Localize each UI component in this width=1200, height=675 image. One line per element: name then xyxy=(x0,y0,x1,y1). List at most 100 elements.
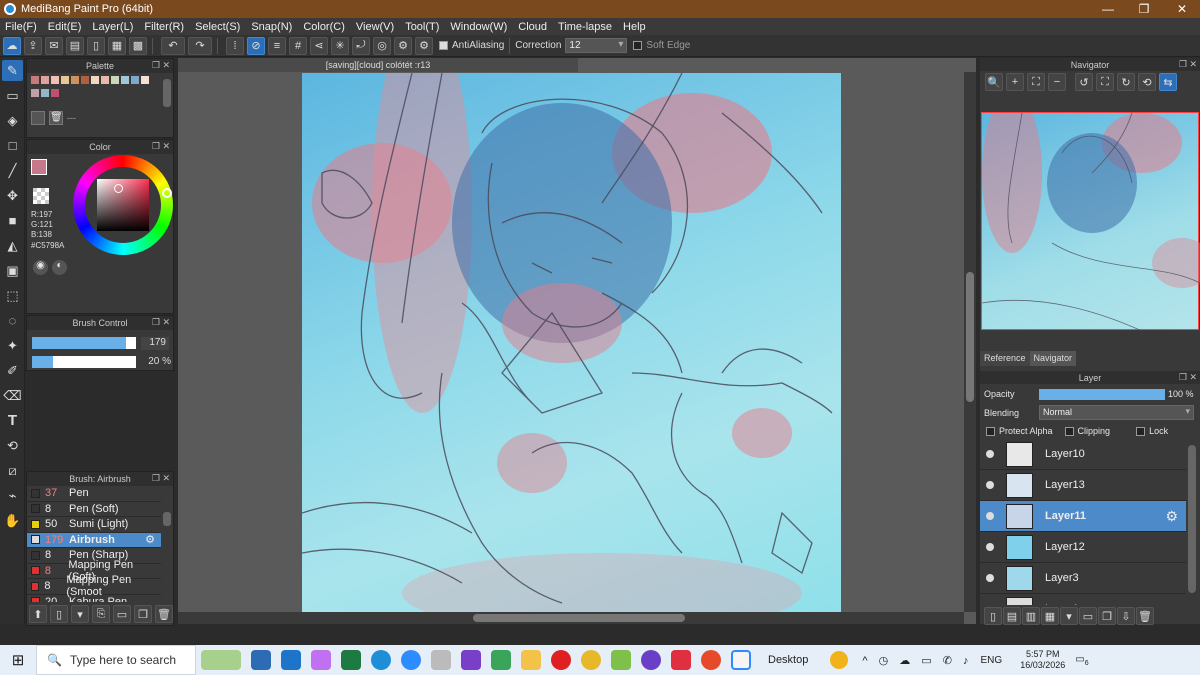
fullscreen-icon[interactable]: ⛶ xyxy=(1096,73,1114,91)
text-tool-icon[interactable]: T xyxy=(2,410,23,431)
layer-scrollbar[interactable] xyxy=(1188,445,1196,593)
transparent-color-swatch[interactable] xyxy=(33,188,49,204)
layer-folder-icon[interactable]: ▭ xyxy=(1079,607,1097,625)
brush-size-slider[interactable] xyxy=(32,337,136,349)
rotate-right-icon[interactable]: ↻ xyxy=(1117,73,1135,91)
layer-opacity-slider[interactable] xyxy=(1039,389,1165,400)
visibility-icon[interactable] xyxy=(986,574,994,582)
palette-swatch[interactable] xyxy=(141,76,149,84)
blending-select[interactable]: Normal xyxy=(1039,405,1194,420)
edge-icon[interactable] xyxy=(371,650,391,670)
color-picker-cursor[interactable] xyxy=(114,184,123,193)
parallel-snap-icon[interactable]: ≡ xyxy=(268,36,286,55)
menu-tool[interactable]: Tool(T) xyxy=(400,21,445,33)
snipping-icon[interactable] xyxy=(431,650,451,670)
delete-brush-icon[interactable]: 🗑 xyxy=(155,605,173,623)
layer-row[interactable]: Layer12 xyxy=(980,532,1186,563)
radial-snap-icon[interactable]: ✳ xyxy=(331,36,349,55)
document-tab[interactable]: [saving][cloud] colótét :r13 xyxy=(178,58,578,72)
brush-item[interactable]: 37 Pen xyxy=(27,486,161,502)
rotate-left-icon[interactable]: ↺ xyxy=(1075,73,1093,91)
reset-rotate-icon[interactable]: ⟲ xyxy=(1138,73,1156,91)
brush-tool-icon[interactable]: ✎ xyxy=(2,60,23,81)
language-indicator[interactable]: ENG xyxy=(981,655,1003,666)
chat-icon[interactable]: ▤ xyxy=(66,36,84,55)
color-mixer-icon[interactable]: ◐ xyxy=(52,260,67,275)
h-app-icon[interactable] xyxy=(491,650,511,670)
saturation-value-square[interactable] xyxy=(97,179,149,231)
undo-icon[interactable]: ↶ xyxy=(161,36,185,55)
concentric-snap-icon[interactable]: ◎ xyxy=(373,36,391,55)
palette-swatch[interactable] xyxy=(131,76,139,84)
bucket-tool-icon[interactable]: ◭ xyxy=(2,235,23,256)
protect-alpha-checkbox[interactable] xyxy=(986,426,995,436)
tray-icons[interactable]: ^ ◷ ☁ ▭ ✆ ♪ xyxy=(862,654,972,667)
share-icon[interactable]: ⇪ xyxy=(24,36,42,55)
maximize-button[interactable]: ❐ xyxy=(1126,0,1162,18)
menu-snap[interactable]: Snap(N) xyxy=(246,21,298,33)
layer-row[interactable]: Layer10 xyxy=(980,439,1186,470)
palette-swatch[interactable] xyxy=(41,76,49,84)
fit-icon[interactable]: ⛶ xyxy=(1027,73,1045,91)
medibang-icon[interactable] xyxy=(731,650,751,670)
new-palette-icon[interactable] xyxy=(31,111,45,125)
operation-tool-icon[interactable]: ⟲ xyxy=(2,435,23,456)
desktop-label[interactable]: Desktop xyxy=(768,654,808,666)
palette-swatch[interactable] xyxy=(61,76,69,84)
close-button[interactable]: ✕ xyxy=(1164,0,1200,18)
flip-icon[interactable]: ⇆ xyxy=(1159,73,1177,91)
visibility-icon[interactable] xyxy=(986,543,994,551)
artwork-canvas[interactable] xyxy=(302,73,841,613)
zoom-icon-app[interactable] xyxy=(401,650,421,670)
palette-swatch[interactable] xyxy=(31,76,39,84)
add-brush-icon[interactable]: ⬆ xyxy=(29,605,47,623)
new-layer-icon[interactable]: ▯ xyxy=(984,607,1002,625)
delete-palette-icon[interactable]: 🗑 xyxy=(49,111,63,125)
app-icon-3[interactable] xyxy=(641,650,661,670)
line-tool-icon[interactable]: ╱ xyxy=(2,160,23,181)
brush-options-icon[interactable]: ▾ xyxy=(71,605,89,623)
tile-icon[interactable]: ▩ xyxy=(129,36,147,55)
select-eraser-icon[interactable]: ⌫ xyxy=(2,385,23,406)
zoom-icon[interactable]: 🔍 xyxy=(985,73,1003,91)
panel-close-icon[interactable]: ❐ ✕ xyxy=(1179,372,1197,383)
outlook-icon[interactable] xyxy=(281,650,301,670)
brush-opacity-slider[interactable] xyxy=(32,356,136,368)
new-halftone-layer-icon[interactable]: ▤ xyxy=(1003,607,1021,625)
search-highlight-icon[interactable] xyxy=(201,650,241,670)
canvas-horizontal-scrollbar[interactable] xyxy=(178,612,964,624)
lasso-icon[interactable]: ◌ xyxy=(2,310,23,331)
select-pen-icon[interactable]: ✐ xyxy=(2,360,23,381)
brush-folder-icon[interactable]: ▭ xyxy=(113,605,131,623)
brush-item[interactable]: 179 Airbrush ⚙ xyxy=(27,532,161,548)
palette-swatch[interactable] xyxy=(31,89,39,97)
menu-filter[interactable]: Filter(R) xyxy=(139,21,190,33)
palette-swatch[interactable] xyxy=(121,76,129,84)
cloud-icon[interactable]: ☁ xyxy=(3,36,21,55)
layer-row[interactable]: Layer3 xyxy=(980,563,1186,594)
move-tool-icon[interactable]: ✥ xyxy=(2,185,23,206)
menu-timelapse[interactable]: Time-lapse xyxy=(553,21,618,33)
comment-icon[interactable]: ✉ xyxy=(45,36,63,55)
handle-icon[interactable]: ⁞ xyxy=(226,36,244,55)
weather-icon[interactable] xyxy=(830,651,849,669)
redo-icon[interactable]: ↷ xyxy=(188,36,212,55)
visual-studio-icon[interactable] xyxy=(461,650,481,670)
menu-layer[interactable]: Layer(L) xyxy=(87,21,139,33)
palette-swatch[interactable] xyxy=(71,76,79,84)
layer-row[interactable]: Layer1 xyxy=(980,594,1186,605)
eyedropper-icon[interactable]: ⌁ xyxy=(2,485,23,506)
page-icon[interactable]: ▯ xyxy=(87,36,105,55)
hue-ring[interactable] xyxy=(73,155,173,255)
chrome-profile-icon[interactable] xyxy=(701,650,721,670)
zoom-out-icon[interactable]: − xyxy=(1048,73,1066,91)
palette-swatch[interactable] xyxy=(51,76,59,84)
layer-opacity-value[interactable]: 100 % xyxy=(1168,389,1194,399)
excel-icon[interactable] xyxy=(341,650,361,670)
snap-settings-icon[interactable]: ⚙ xyxy=(394,36,412,55)
magic-wand-icon[interactable]: ✦ xyxy=(2,335,23,356)
copilot-icon[interactable] xyxy=(311,650,331,670)
visibility-icon[interactable] xyxy=(986,450,994,458)
softedge-checkbox[interactable] xyxy=(633,41,643,50)
palette-swatch[interactable] xyxy=(41,89,49,97)
